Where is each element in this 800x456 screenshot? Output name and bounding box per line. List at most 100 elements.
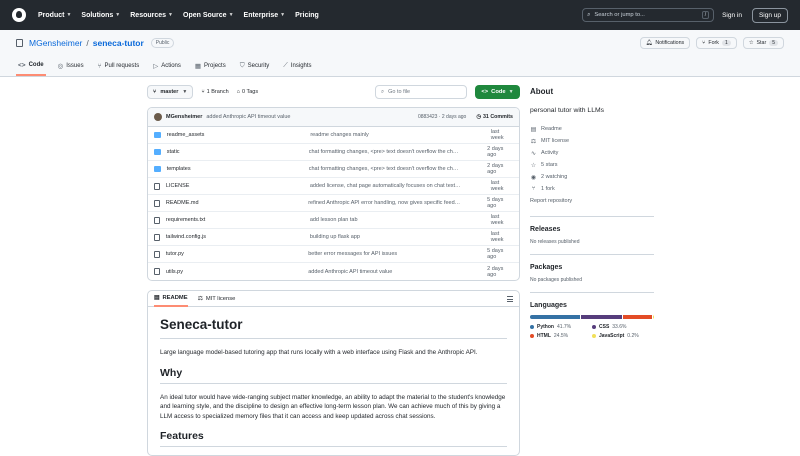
nav-pricing[interactable]: Pricing <box>295 12 319 19</box>
releases-empty-text: No releases published <box>530 239 580 245</box>
forks-link[interactable]: ⑂ 1 fork <box>530 183 654 195</box>
notifications-button[interactable]: 🔔︎ Notifications <box>639 37 691 49</box>
tab-projects[interactable]: ▦ Projects <box>193 56 228 76</box>
file-row[interactable]: templates chat formatting changes, <pre> … <box>148 161 519 178</box>
sign-up-button[interactable]: Sign up <box>751 7 788 23</box>
tab-insights[interactable]: ⟋ Insights <box>281 56 313 76</box>
license-tab[interactable]: ⚖ MIT license <box>198 291 236 307</box>
nav-label: Solutions <box>81 11 114 19</box>
file-commit-message-link[interactable]: chat formatting changes, <pre> text does… <box>309 149 487 155</box>
nav-resources[interactable]: Resources ▼ <box>130 12 173 19</box>
releases-title[interactable]: Releases <box>530 226 654 233</box>
tags-link[interactable]: ⌂ 0 Tags <box>237 89 258 95</box>
language-color-dot <box>530 334 534 338</box>
fork-button[interactable]: ⑂ Fork 1 <box>696 37 737 49</box>
tab-pull-requests[interactable]: ⑂ Pull requests <box>96 56 142 76</box>
branches-link[interactable]: ⑂ 1 Branch <box>201 89 228 95</box>
tab-label: Code <box>28 62 44 68</box>
outline-menu-icon[interactable] <box>507 296 513 302</box>
commit-message-link[interactable]: added Anthropic API timeout value <box>206 114 290 120</box>
packages-title[interactable]: Packages <box>530 264 654 271</box>
chevron-down-icon: ▼ <box>115 12 121 18</box>
play-icon: ▷ <box>153 63 159 70</box>
avatar[interactable] <box>154 113 162 121</box>
file-name-link[interactable]: tutor.py <box>166 251 308 257</box>
nav-product[interactable]: Product ▼ <box>38 12 71 19</box>
sign-in-link[interactable]: Sign in <box>722 12 742 19</box>
tab-security[interactable]: ⛉ Security <box>238 56 272 76</box>
code-button[interactable]: <> Code ▼ <box>475 85 520 99</box>
language-name: CSS <box>599 324 610 330</box>
code-icon: <> <box>18 61 26 69</box>
file-commit-message-link[interactable]: added Anthropic API timeout value <box>308 269 487 275</box>
language-item[interactable]: HTML 24.5% <box>530 333 592 339</box>
tab-issues[interactable]: ◎ Issues <box>56 56 86 76</box>
global-search-input[interactable]: ⌕ Search or jump to... / <box>582 8 715 22</box>
tab-actions[interactable]: ▷ Actions <box>151 56 183 76</box>
nav-open-source[interactable]: Open Source ▼ <box>183 12 234 19</box>
readme-link[interactable]: ▤ Readme <box>530 123 654 135</box>
license-tab-label: MIT license <box>205 295 236 302</box>
file-name-link[interactable]: utils.py <box>166 269 308 275</box>
repo-owner-link[interactable]: MGensheimer <box>29 38 82 48</box>
commit-meta[interactable]: 0883423 · 2 days ago <box>418 114 466 120</box>
tab-code[interactable]: <> Code <box>16 56 46 76</box>
file-name-link[interactable]: templates <box>167 166 309 172</box>
language-item[interactable]: JavaScript 0.2% <box>592 333 654 339</box>
language-item[interactable]: CSS 33.6% <box>592 324 654 330</box>
tab-label: Security <box>247 63 270 69</box>
file-commit-message-link[interactable]: chat formatting changes, <pre> text does… <box>309 166 487 172</box>
report-repository-link[interactable]: Report repository <box>530 195 654 207</box>
repo-tabs: <> Code ◎ Issues ⑂ Pull requests ▷ Actions ▦… <box>16 56 784 76</box>
stars-link[interactable]: ☆ 5 stars <box>530 159 654 171</box>
watchers-link[interactable]: ◉ 2 watching <box>530 171 654 183</box>
branch-select[interactable]: ⑂ master ▼ <box>147 85 194 99</box>
file-commit-message-link[interactable]: readme changes mainly <box>310 132 490 138</box>
fork-icon: ⑂ <box>702 40 706 46</box>
watchers-link-label: 2 watching <box>541 174 568 180</box>
stars-link-label: 5 stars <box>541 162 558 168</box>
languages-title: Languages <box>530 302 567 309</box>
nav-solutions[interactable]: Solutions ▼ <box>81 12 120 19</box>
file-name-link[interactable]: readme_assets <box>167 132 311 138</box>
commit-author-link[interactable]: MGensheimer <box>166 114 202 120</box>
chevron-down-icon: ▼ <box>228 12 234 18</box>
file-row[interactable]: requirements.txt add lesson plan tab last … <box>148 212 519 229</box>
language-color-dot <box>530 325 534 329</box>
file-name-link[interactable]: static <box>167 149 309 155</box>
go-to-file-input[interactable]: ⌕ Go to file <box>375 85 467 99</box>
file-commit-message-link[interactable]: added license, chat page automatically f… <box>310 183 491 189</box>
file-name-link[interactable]: LICENSE <box>166 183 310 189</box>
star-label: Star <box>756 40 767 46</box>
star-button[interactable]: ☆ Star 5 <box>742 37 784 49</box>
file-row[interactable]: utils.py added Anthropic API timeout valu… <box>148 263 519 280</box>
readme-tab[interactable]: ▤ README <box>154 291 188 307</box>
pulse-icon: ∿ <box>530 150 537 157</box>
file-name-link[interactable]: requirements.txt <box>166 217 310 223</box>
file-name-link[interactable]: README.md <box>166 200 308 206</box>
file-icon <box>154 216 160 224</box>
repo-name-link[interactable]: seneca-tutor <box>93 38 144 48</box>
file-row[interactable]: static chat formatting changes, <pre> tex… <box>148 144 519 161</box>
file-row[interactable]: LICENSE added license, chat page automati… <box>148 178 519 195</box>
chevron-down-icon: ▼ <box>182 89 188 95</box>
language-item[interactable]: Python 41.7% <box>530 324 592 330</box>
file-row[interactable]: README.md refined Anthropic API error han… <box>148 195 519 212</box>
file-row[interactable]: tutor.py better error messages for API is… <box>148 246 519 263</box>
file-commit-message-link[interactable]: refined Anthropic API error handling, no… <box>308 200 487 206</box>
file-name-link[interactable]: tailwind.config.js <box>166 234 310 240</box>
file-commit-date: 5 days ago <box>487 197 504 209</box>
file-commit-message-link[interactable]: better error messages for API issues <box>308 251 487 257</box>
github-logo-icon[interactable] <box>12 8 26 22</box>
activity-link[interactable]: ∿ Activity <box>530 147 654 159</box>
file-commit-message-link[interactable]: add lesson plan tab <box>310 217 491 223</box>
nav-enterprise[interactable]: Enterprise ▼ <box>244 12 286 19</box>
history-icon: ◷ <box>476 114 481 120</box>
file-row[interactable]: readme_assets readme changes mainly last w… <box>148 127 519 144</box>
chevron-down-icon: ▼ <box>66 12 72 18</box>
file-row[interactable]: tailwind.config.js building up flask app l… <box>148 229 519 246</box>
license-link[interactable]: ⚖ MIT license <box>530 135 654 147</box>
nav-label: Product <box>38 11 65 19</box>
commits-link[interactable]: ◷ 31 Commits <box>476 114 513 120</box>
file-commit-message-link[interactable]: building up flask app <box>310 234 491 240</box>
